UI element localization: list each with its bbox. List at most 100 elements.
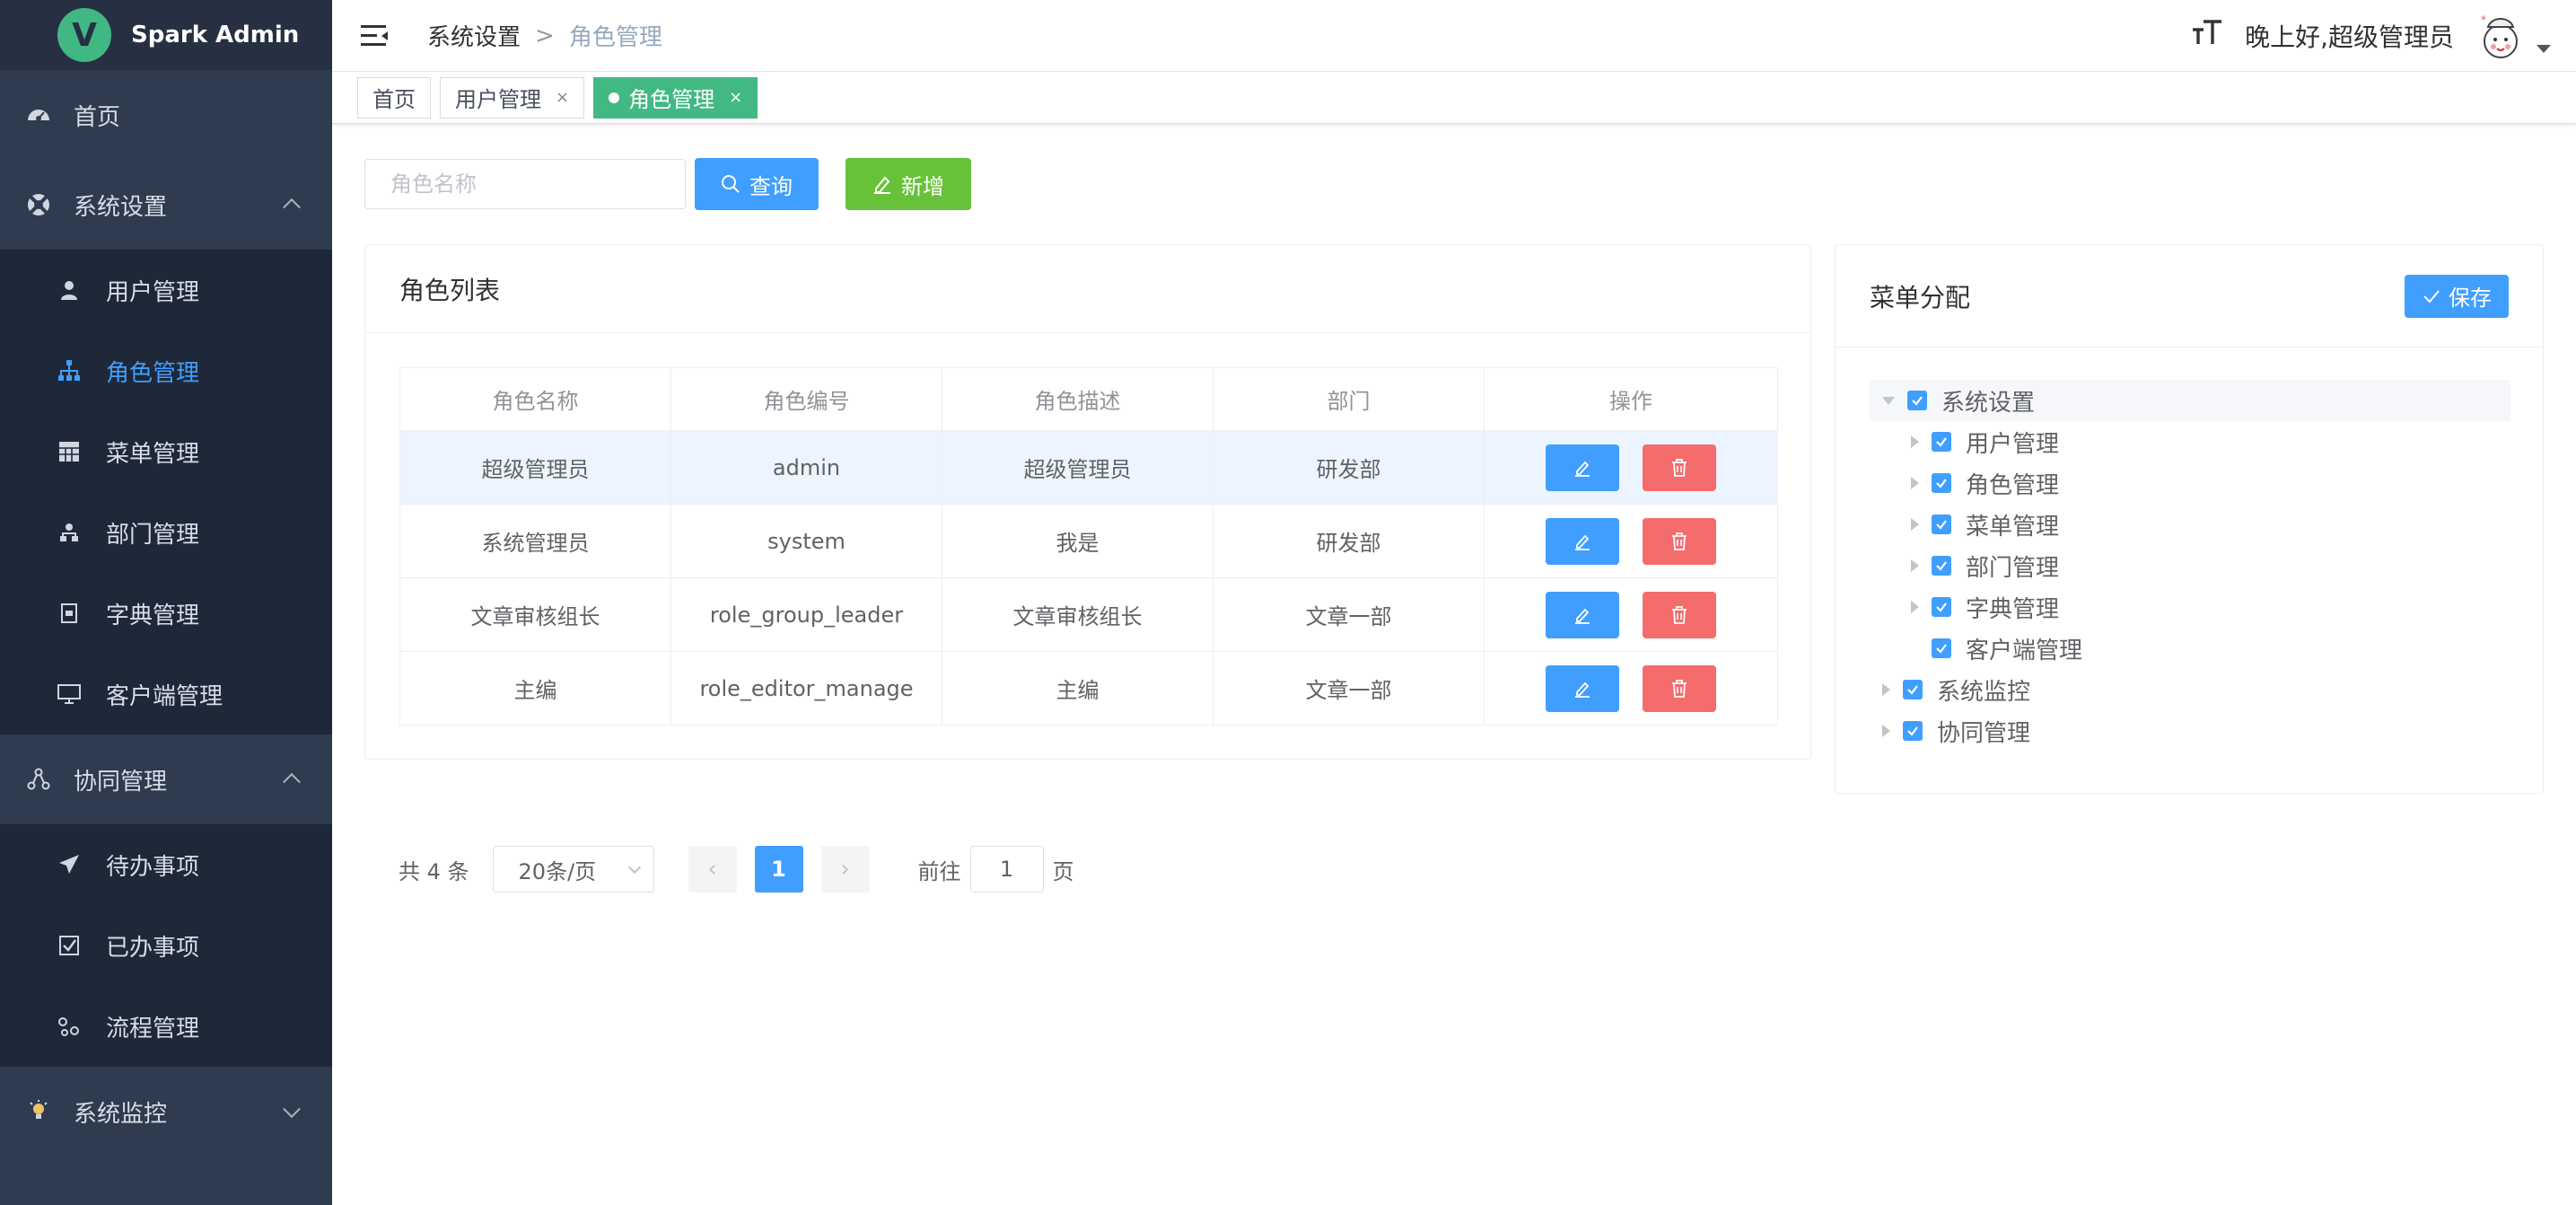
checkbox-checked-icon[interactable] xyxy=(1903,721,1923,741)
sidebar-item-dictionary[interactable]: 字典管理 xyxy=(0,573,332,654)
table-row[interactable]: 系统管理员 system 我是 研发部 xyxy=(399,504,1778,578)
trash-icon xyxy=(1672,679,1687,698)
caret-right-icon[interactable] xyxy=(1911,477,1919,489)
cell-role-name: 文章审核组长 xyxy=(399,577,671,652)
tree-node[interactable]: 客户端管理 xyxy=(1870,628,2510,669)
app-title: Spark Admin xyxy=(131,22,300,48)
menu-tree: 系统设置 用户管理 角色管理菜单管理部门管理 字典管理 客户端管理 系统监控 协同管理 xyxy=(1870,380,2510,752)
query-button-label: 查询 xyxy=(749,174,793,199)
page-number-current[interactable]: 1 xyxy=(754,846,803,893)
sidebar-item-monitor[interactable]: 系统监控 xyxy=(0,1067,332,1157)
checkbox-checked-icon[interactable] xyxy=(1932,515,1951,534)
check-icon xyxy=(2423,289,2440,303)
table-row[interactable]: 文章审核组长 role_group_leader 文章审核组长 文章一部 xyxy=(399,577,1778,652)
sidebar-item-roles[interactable]: 角色管理 xyxy=(0,330,332,411)
sidebar-item-todo[interactable]: 待办事项 xyxy=(0,824,332,905)
cell-role-name: 系统管理员 xyxy=(399,504,671,578)
goto-page-input[interactable] xyxy=(969,846,1044,893)
tree-node[interactable]: 用户管理 xyxy=(1870,421,2510,462)
header-right: 晚上好,超级管理员 * xyxy=(2191,0,2551,72)
cell-role-name: 超级管理员 xyxy=(399,430,671,505)
checkbox-checked-icon[interactable] xyxy=(1903,680,1923,699)
font-size-icon[interactable] xyxy=(2191,19,2223,53)
table-row[interactable]: 主编 role_editor_manage 主编 文章一部 xyxy=(399,651,1778,726)
tag-home[interactable]: 首页 xyxy=(357,76,431,119)
trash-icon xyxy=(1672,605,1687,624)
tree-node[interactable]: 菜单管理 xyxy=(1870,504,2510,545)
sidebar-item-process[interactable]: 流程管理 xyxy=(0,986,332,1067)
save-button[interactable]: 保存 xyxy=(2405,274,2509,318)
caret-right-icon[interactable] xyxy=(1911,518,1919,531)
tag-roles[interactable]: 角色管理 × xyxy=(593,76,758,119)
sidebar-item-label: 系统设置 xyxy=(74,193,168,221)
caret-down-icon[interactable] xyxy=(2537,44,2551,53)
sidebar-item-system-settings[interactable]: 系统设置 xyxy=(0,160,332,250)
user-icon xyxy=(57,278,81,302)
add-role-button[interactable]: 新增 xyxy=(846,158,971,210)
chevron-up-icon xyxy=(283,772,301,791)
page-size-select[interactable]: 20条/页 xyxy=(492,846,654,893)
checkbox-checked-icon[interactable] xyxy=(1907,391,1927,410)
breadcrumb-item[interactable]: 系统设置 xyxy=(427,19,521,52)
tree-node[interactable]: 协同管理 xyxy=(1870,710,2510,752)
caret-right-icon[interactable] xyxy=(1911,601,1919,613)
tree-node[interactable]: 部门管理 xyxy=(1870,545,2510,586)
checkbox-checked-icon[interactable] xyxy=(1932,473,1951,493)
edit-icon xyxy=(1575,461,1590,477)
sidebar-item-menus[interactable]: 菜单管理 xyxy=(0,411,332,492)
hamburger-icon[interactable] xyxy=(361,24,388,47)
caret-right-icon[interactable] xyxy=(1882,683,1890,696)
sidebar-item-home[interactable]: 首页 xyxy=(0,70,332,160)
checkbox-checked-icon[interactable] xyxy=(1932,597,1951,617)
cell-actions xyxy=(1484,430,1778,505)
query-button[interactable]: 查询 xyxy=(695,158,819,210)
checkbox-checked-icon[interactable] xyxy=(1932,432,1951,452)
role-name-search-input[interactable] xyxy=(364,159,686,209)
tree-node[interactable]: 字典管理 xyxy=(1870,586,2510,628)
caret-right-icon[interactable] xyxy=(1911,435,1919,448)
sidebar-item-label: 角色管理 xyxy=(106,359,200,387)
column-header: 操作 xyxy=(1484,367,1778,431)
edit-button[interactable] xyxy=(1546,664,1619,712)
tree-node[interactable]: 系统设置 xyxy=(1870,380,2510,421)
org-chart-icon xyxy=(57,359,81,383)
sidebar-item-label: 已办事项 xyxy=(106,934,200,962)
chevron-up-icon xyxy=(283,198,301,216)
search-icon xyxy=(721,174,740,194)
close-icon[interactable]: × xyxy=(556,88,569,107)
cell-role-name: 主编 xyxy=(399,651,671,726)
edit-icon xyxy=(1575,682,1590,698)
prev-page-button[interactable]: ‹ xyxy=(688,846,737,893)
table-row[interactable]: 超级管理员 admin 超级管理员 研发部 xyxy=(399,430,1778,505)
delete-button[interactable] xyxy=(1643,664,1716,712)
caret-down-icon[interactable] xyxy=(1882,396,1895,405)
tree-node-label: 菜单管理 xyxy=(1966,513,2060,541)
caret-right-icon[interactable] xyxy=(1911,559,1919,572)
card-title: 角色列表 xyxy=(365,245,1810,333)
tag-users[interactable]: 用户管理 × xyxy=(440,76,585,119)
sidebar-item-users[interactable]: 用户管理 xyxy=(0,250,332,330)
delete-button[interactable] xyxy=(1643,517,1716,565)
checkbox-checked-icon[interactable] xyxy=(1932,638,1951,658)
cell-dept: 文章一部 xyxy=(1213,577,1485,652)
caret-right-icon[interactable] xyxy=(1882,725,1890,737)
tree-node[interactable]: 角色管理 xyxy=(1870,462,2510,504)
submenu-collab: 待办事项 已办事项 流程管理 xyxy=(0,824,332,1067)
delete-button[interactable] xyxy=(1643,444,1716,491)
edit-button[interactable] xyxy=(1546,591,1619,638)
next-page-button[interactable]: › xyxy=(820,846,870,893)
edit-button[interactable] xyxy=(1546,444,1619,491)
sidebar-item-departments[interactable]: 部门管理 xyxy=(0,492,332,573)
delete-button[interactable] xyxy=(1643,591,1716,638)
trash-icon xyxy=(1672,458,1687,477)
edit-button[interactable] xyxy=(1546,517,1619,565)
avatar[interactable]: * xyxy=(2475,9,2526,63)
logo[interactable]: V Spark Admin xyxy=(0,0,332,70)
sidebar-item-clients[interactable]: 客户端管理 xyxy=(0,654,332,734)
close-icon[interactable]: × xyxy=(729,88,742,107)
tree-node[interactable]: 系统监控 xyxy=(1870,669,2510,710)
sidebar-item-collab[interactable]: 协同管理 xyxy=(0,734,332,824)
checkbox-checked-icon[interactable] xyxy=(1932,556,1951,576)
edit-icon xyxy=(1575,534,1590,550)
sidebar-item-done[interactable]: 已办事项 xyxy=(0,905,332,986)
